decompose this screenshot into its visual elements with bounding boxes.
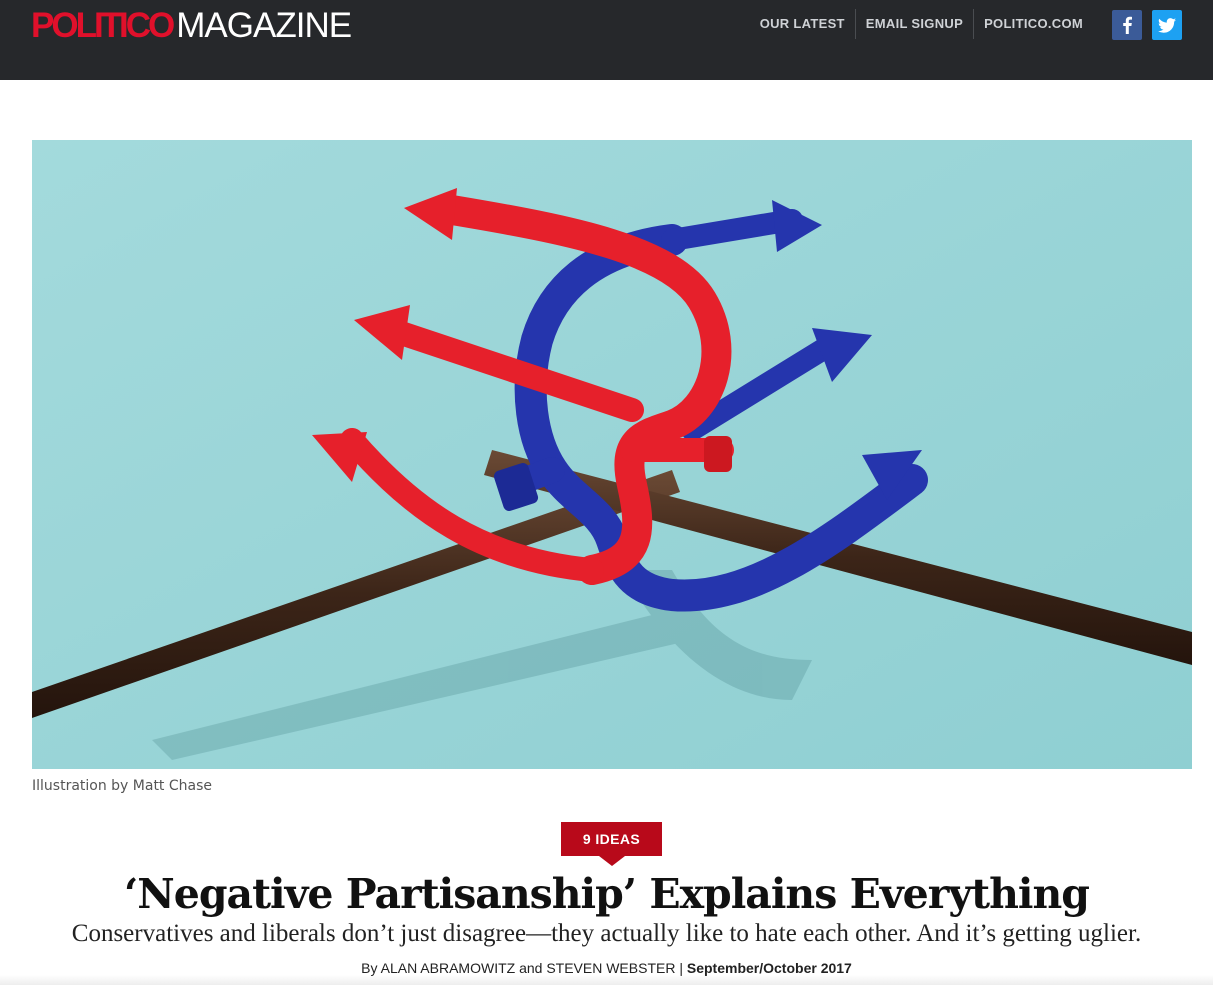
article-headline: ‘Negative Partisanship’ Explains Everyth… <box>124 870 1090 918</box>
pitchfork-illustration <box>32 140 1192 769</box>
kicker-pointer <box>599 856 625 866</box>
nav-politico-com[interactable]: POLITICO.COM <box>973 9 1093 39</box>
byline-separator: | <box>679 960 683 976</box>
bottom-fade <box>0 975 1213 985</box>
nav-email-signup[interactable]: EMAIL SIGNUP <box>854 9 973 39</box>
byline-authors[interactable]: ALAN ABRAMOWITZ and STEVEN WEBSTER <box>381 960 676 976</box>
facebook-icon <box>1123 16 1132 34</box>
top-nav: OUR LATEST EMAIL SIGNUP POLITICO.COM <box>750 9 1093 39</box>
nav-our-latest[interactable]: OUR LATEST <box>750 9 855 39</box>
logo-magazine-text: MAGAZINE <box>176 6 352 45</box>
hero-illustration <box>32 140 1192 769</box>
section-kicker[interactable]: 9 IDEAS <box>561 822 662 856</box>
site-header: POLITICO MAGAZINE OUR LATEST EMAIL SIGNUP… <box>0 0 1213 80</box>
byline-prefix: By <box>361 960 378 976</box>
image-caption: Illustration by Matt Chase <box>32 778 213 794</box>
logo-politico-text: POLITICO <box>31 6 175 45</box>
article-date: September/October 2017 <box>686 960 852 976</box>
twitter-share-button[interactable] <box>1152 10 1182 40</box>
facebook-share-button[interactable] <box>1112 10 1142 40</box>
politico-magazine-logo[interactable]: POLITICO MAGAZINE <box>31 6 352 46</box>
article-dek: Conservatives and liberals don’t just di… <box>71 920 1142 947</box>
twitter-icon <box>1158 17 1176 33</box>
